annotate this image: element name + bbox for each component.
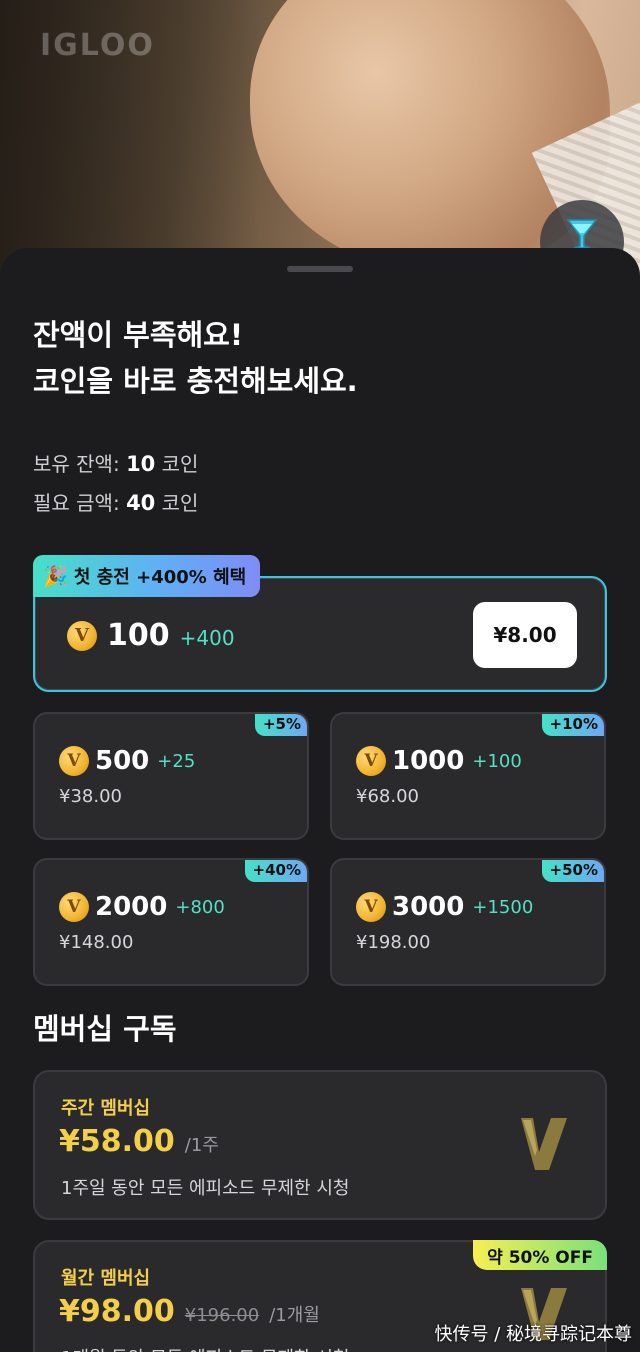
bonus-percent-badge: +40% <box>244 860 307 882</box>
bonus-percent-badge: +5% <box>254 714 307 736</box>
bonus-percent-badge: +50% <box>541 860 604 882</box>
pack-price: ¥148.00 <box>59 932 134 953</box>
weekly-membership-card[interactable]: 주간 멤버십 ¥58.00 /1주 1주일 동안 모든 에피소드 무제한 시청 <box>33 1070 607 1220</box>
discount-badge: 약 50% OFF <box>473 1240 607 1270</box>
required-info: 필요 금액: 40 코인 <box>33 491 199 515</box>
balance-info: 보유 잔액: 10 코인 <box>33 452 199 476</box>
buy-price-button[interactable]: ¥8.00 <box>473 602 577 668</box>
coin-icon: V <box>59 892 89 922</box>
watermark: IGLOO <box>40 28 155 63</box>
first-charge-badge: 🎉 첫 충전 +400% 혜택 <box>33 555 261 597</box>
coin-icon: V <box>356 892 386 922</box>
coin-pack-1000[interactable]: +10% V 1000 +100 ¥68.00 <box>330 712 606 840</box>
bonus-percent-badge: +10% <box>541 714 604 736</box>
coin-amount: 100 <box>107 618 170 653</box>
coin-pack-2000[interactable]: +40% V 2000 +800 ¥148.00 <box>33 858 309 986</box>
party-popper-icon: 🎉 <box>43 564 68 588</box>
coin-icon: V <box>356 746 386 776</box>
brand-v-icon <box>521 1118 567 1170</box>
pack-price: ¥198.00 <box>356 932 431 953</box>
pack-price: ¥38.00 <box>59 786 122 807</box>
coin-pack-500[interactable]: +5% V 500 +25 ¥38.00 <box>33 712 309 840</box>
original-price: ¥196.00 <box>184 1305 260 1326</box>
coin-icon: V <box>59 746 89 776</box>
membership-section-title: 멤버십 구독 <box>33 1012 177 1046</box>
coin-icon: V <box>67 620 97 651</box>
footer-watermark: 快传号 / 秘境寻踪记本尊 <box>434 1324 632 1345</box>
recharge-sheet: 잔액이 부족해요! 코인을 바로 충전해보세요. 보유 잔액: 10 코인 필요… <box>0 248 640 1352</box>
coin-pack-3000[interactable]: +50% V 3000 +1500 ¥198.00 <box>330 858 606 986</box>
pack-price: ¥68.00 <box>356 786 419 807</box>
drag-handle[interactable] <box>287 266 353 272</box>
coin-bonus: +400 <box>179 626 235 650</box>
sheet-title: 잔액이 부족해요! 코인을 바로 충전해보세요. <box>33 318 358 398</box>
